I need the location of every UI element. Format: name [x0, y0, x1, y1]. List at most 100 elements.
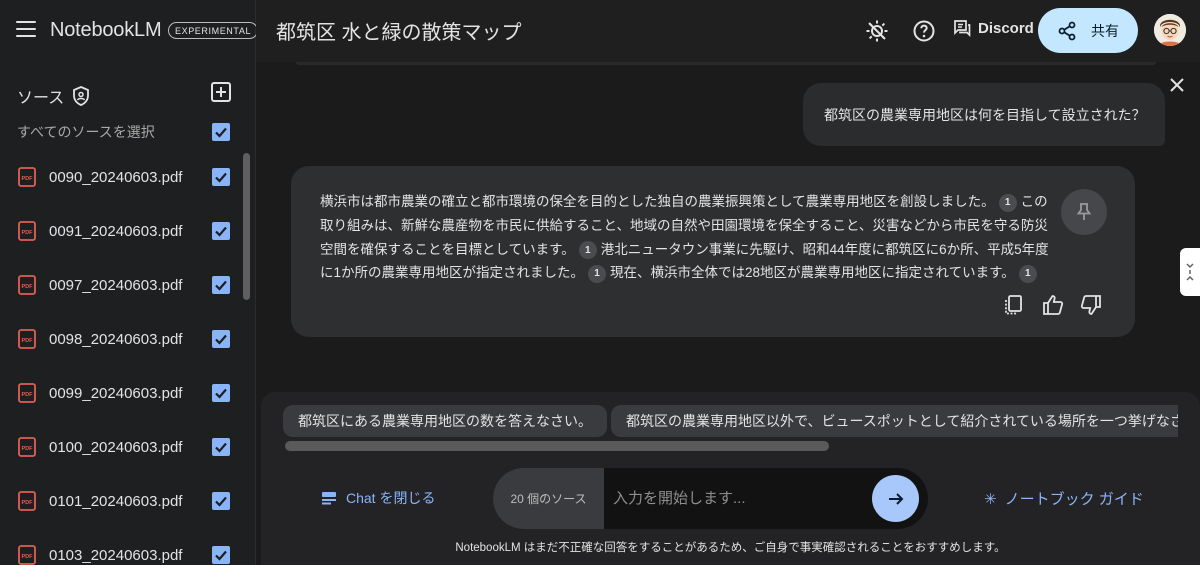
sidebar: NotebookLM EXPERIMENTAL ソース すべてのソースを選択 P…	[0, 0, 259, 565]
source-item[interactable]: PDF 0099_20240603.pdf	[0, 366, 244, 420]
source-item[interactable]: PDF 0097_20240603.pdf	[0, 258, 244, 312]
thumbs-up-icon[interactable]	[1041, 293, 1065, 317]
source-count-button[interactable]: 20 個のソース	[493, 468, 604, 529]
sources-heading: ソース	[17, 84, 90, 108]
source-checkbox[interactable]	[212, 438, 230, 456]
svg-text:PDF: PDF	[22, 554, 34, 560]
svg-text:PDF: PDF	[22, 230, 34, 236]
chat-list-icon	[322, 492, 336, 505]
sidebar-scrollbar[interactable]	[243, 153, 250, 300]
pin-button[interactable]	[1061, 189, 1107, 235]
check-icon	[215, 496, 227, 507]
pdf-icon: PDF	[18, 545, 36, 565]
svg-text:PDF: PDF	[22, 500, 34, 506]
source-checkbox[interactable]	[212, 492, 230, 510]
avatar[interactable]	[1154, 14, 1186, 46]
pdf-icon: PDF	[18, 383, 36, 403]
pdf-icon: PDF	[18, 167, 36, 187]
source-name: 0103_20240603.pdf	[49, 547, 183, 564]
source-item[interactable]: PDF 0101_20240603.pdf	[0, 474, 244, 528]
source-name: 0099_20240603.pdf	[49, 385, 183, 402]
source-name: 0091_20240603.pdf	[49, 223, 183, 240]
source-name: 0090_20240603.pdf	[49, 169, 183, 186]
check-icon	[215, 226, 227, 237]
discord-label: Discord	[978, 19, 1034, 37]
citation-chip[interactable]: 1	[1018, 265, 1037, 284]
check-icon	[215, 172, 227, 183]
collapse-icon	[1186, 263, 1194, 281]
feedback-icon	[954, 20, 971, 37]
notebook-guide-button[interactable]: ✳ ノートブック ガイド	[984, 488, 1144, 509]
ai-response-card: 横浜市は都市農業の確立と都市環境の保全を目的とした独自の農業振興策として農業専用…	[291, 166, 1135, 337]
svg-text:PDF: PDF	[22, 176, 34, 182]
shield-icon	[72, 86, 90, 106]
close-chat-button[interactable]: Chat を閉じる	[321, 488, 435, 508]
chat-input-group: 20 個のソース	[493, 468, 928, 529]
check-icon	[215, 334, 227, 345]
source-name: 0101_20240603.pdf	[49, 493, 183, 510]
citation-chip[interactable]: 1	[588, 265, 607, 284]
source-checkbox[interactable]	[212, 546, 230, 564]
studio-panel-toggle[interactable]	[1180, 248, 1200, 296]
select-all-label: すべてのソースを選択	[17, 124, 155, 140]
thumbs-down-icon[interactable]	[1079, 293, 1103, 317]
close-icon[interactable]	[1168, 76, 1186, 94]
notebook-title: 都筑区 水と緑の散策マップ	[276, 22, 522, 44]
source-item[interactable]: PDF 0100_20240603.pdf	[0, 420, 244, 474]
source-item[interactable]: PDF 0103_20240603.pdf	[0, 528, 244, 565]
discord-button[interactable]: Discord	[953, 19, 1034, 37]
share-icon	[1058, 21, 1076, 40]
source-checkbox[interactable]	[212, 330, 230, 348]
check-icon	[215, 388, 227, 399]
suggestion-chips: 都筑区にある農業専用地区の数を答えなさい。 都筑区の農業専用地区以外で、ビュース…	[283, 405, 1178, 439]
source-checkbox[interactable]	[212, 276, 230, 294]
sources-heading-label: ソース	[17, 90, 65, 107]
pdf-icon: PDF	[18, 275, 36, 295]
citation-chip[interactable]: 1	[998, 193, 1017, 212]
check-icon	[215, 280, 227, 291]
arrow-right-icon	[888, 492, 903, 505]
pin-icon	[1076, 203, 1092, 220]
citation-chip[interactable]: 1	[578, 241, 597, 260]
menu-icon[interactable]	[16, 21, 36, 39]
suggestion-chip[interactable]: 都筑区にある農業専用地区の数を答えなさい。	[283, 405, 607, 437]
svg-text:PDF: PDF	[22, 338, 34, 344]
source-name: 0100_20240603.pdf	[49, 439, 183, 456]
app-brand: NotebookLM	[50, 19, 162, 41]
svg-text:PDF: PDF	[22, 284, 34, 290]
chat-input[interactable]	[604, 468, 864, 529]
suggestion-scrollbar[interactable]	[285, 441, 829, 451]
suggestion-chip[interactable]: 都筑区の農業専用地区以外で、ビュースポットとして紹介されている場所を一つ挙げなさ…	[611, 405, 1178, 437]
theme-icon[interactable]	[865, 19, 889, 43]
svg-text:PDF: PDF	[22, 446, 34, 452]
close-chat-label: Chat を閉じる	[346, 490, 436, 506]
share-label: 共有	[1091, 22, 1119, 39]
svg-text:PDF: PDF	[22, 392, 34, 398]
check-icon	[215, 550, 227, 561]
send-button[interactable]	[872, 475, 919, 522]
source-checkbox[interactable]	[212, 222, 230, 240]
source-item[interactable]: PDF 0091_20240603.pdf	[0, 204, 244, 258]
answer-segment: 現在、横浜市全体では28地区が農業専用地区に指定されています。	[610, 265, 1015, 281]
select-all-checkbox[interactable]	[212, 123, 230, 141]
user-message-text: 都筑区の農業専用地区は何を目指して設立された？	[824, 106, 1146, 123]
pdf-icon: PDF	[18, 329, 36, 349]
source-checkbox[interactable]	[212, 384, 230, 402]
check-icon	[215, 442, 227, 453]
copy-icon[interactable]	[1002, 293, 1026, 317]
source-item[interactable]: PDF 0098_20240603.pdf	[0, 312, 244, 366]
pdf-icon: PDF	[18, 437, 36, 457]
source-item[interactable]: PDF 0090_20240603.pdf	[0, 150, 244, 204]
add-source-button[interactable]	[209, 80, 233, 104]
chat-area: 都筑区の農業専用地区は何を目指して設立された？ 横浜市は都市農業の確立と都市環境…	[256, 62, 1200, 565]
source-name: 0098_20240603.pdf	[49, 331, 183, 348]
notebook-guide-label: ノートブック ガイド	[1004, 491, 1144, 508]
ai-response-text: 横浜市は都市農業の確立と都市環境の保全を目的とした独自の農業振興策として農業専用…	[320, 190, 1052, 285]
help-icon[interactable]	[912, 19, 936, 43]
disclaimer: NotebookLM はまだ不正確な回答をすることがあるため、ご自身で事実確認さ…	[455, 542, 1006, 554]
share-button[interactable]: 共有	[1038, 8, 1138, 53]
check-icon	[215, 127, 227, 138]
chat-top-divider	[296, 62, 1156, 65]
source-checkbox[interactable]	[212, 168, 230, 186]
experimental-badge: EXPERIMENTAL	[168, 22, 259, 39]
